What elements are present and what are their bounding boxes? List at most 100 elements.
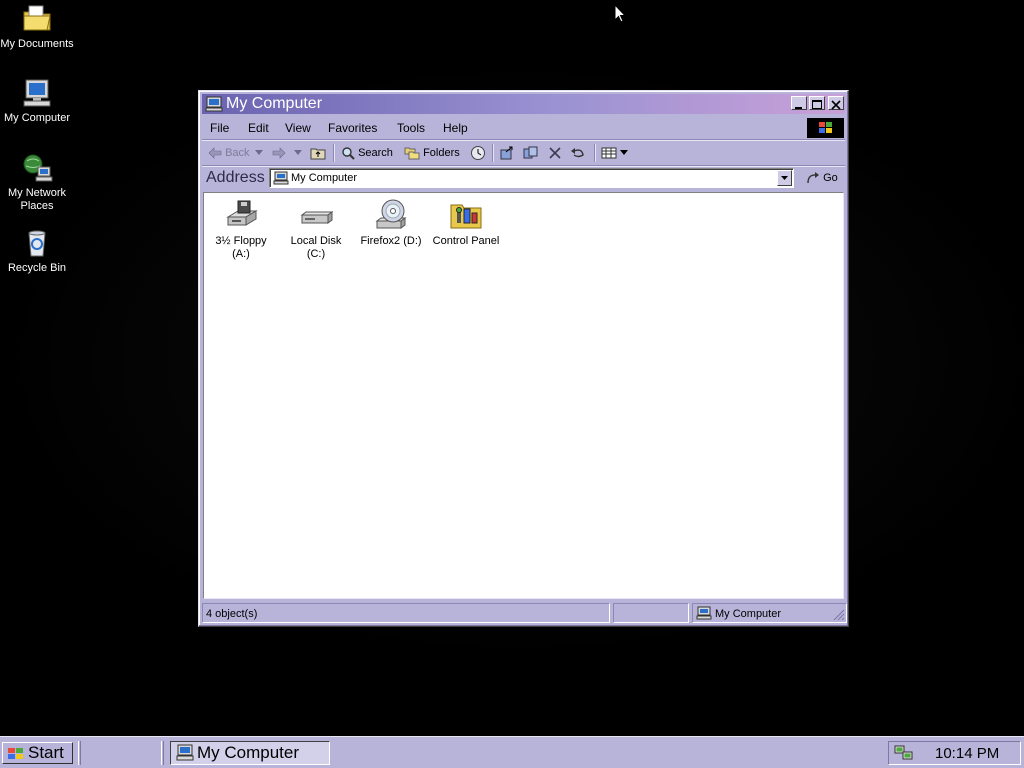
- go-arrow-icon: [807, 172, 819, 184]
- windows-logo: [807, 118, 844, 138]
- address-dropdown-button[interactable]: [777, 170, 792, 186]
- control-panel-item[interactable]: Control Panel: [430, 199, 502, 248]
- drive-item-label: 3½ Floppy (A:): [215, 235, 267, 260]
- toolbar-grip[interactable]: [161, 741, 164, 765]
- undo-icon: [571, 148, 584, 158]
- desktop-icon-label: My Network Places: [7, 187, 67, 212]
- close-icon: [831, 100, 841, 110]
- taskbar-button-label: My Computer: [197, 743, 300, 762]
- status-object-count: 4 object(s): [202, 603, 610, 623]
- up-folder-button[interactable]: [310, 144, 326, 162]
- views-button[interactable]: [601, 144, 629, 162]
- search-icon: [342, 147, 355, 160]
- search-button[interactable]: Search: [341, 144, 393, 162]
- desktop-icon-label: My Documents: [0, 38, 74, 50]
- menu-view[interactable]: View: [285, 121, 311, 135]
- copy-to-icon: [523, 146, 538, 159]
- chevron-down-icon: [620, 150, 629, 156]
- move-to-icon: [500, 146, 513, 160]
- floppy-drive-icon: [226, 200, 258, 226]
- desktop-icon-my-documents[interactable]: My Documents: [0, 3, 74, 51]
- go-button[interactable]: Go: [806, 169, 838, 187]
- toolbar-separator: [594, 144, 596, 162]
- desktop-icon-label: My Computer: [3, 112, 71, 124]
- mouse-cursor-icon: [614, 4, 626, 23]
- history-icon: [471, 146, 485, 161]
- cd-drive-icon: [375, 199, 407, 229]
- drive-item-local-disk[interactable]: Local Disk (C:): [280, 199, 352, 261]
- file-list-pane[interactable]: 3½ Floppy (A:) Local Disk (C:) Firefox2 …: [203, 192, 844, 599]
- chevron-down-icon: [294, 150, 302, 156]
- title-bar[interactable]: My Computer: [202, 94, 845, 114]
- maximize-button[interactable]: [809, 96, 825, 110]
- standard-toolbar: Back Search Folders: [202, 141, 845, 165]
- drive-item-floppy[interactable]: 3½ Floppy (A:): [205, 199, 277, 261]
- windows-flag-icon: [8, 748, 23, 759]
- drive-item-label: Local Disk (C:): [290, 235, 342, 260]
- computer-icon: [273, 171, 289, 185]
- system-tray: 10:14 PM: [888, 741, 1021, 765]
- up-folder-icon: [310, 148, 326, 160]
- start-button[interactable]: Start: [2, 742, 73, 764]
- taskbar: Start My Computer 10:14 PM: [0, 736, 1024, 768]
- menu-favorites[interactable]: Favorites: [328, 121, 377, 135]
- hard-disk-icon: [300, 211, 333, 224]
- folders-label: Folders: [423, 147, 460, 159]
- back-arrow-icon: [208, 147, 222, 159]
- copy-to-button[interactable]: [523, 144, 539, 162]
- go-label: Go: [823, 172, 838, 184]
- computer-icon: [205, 96, 223, 112]
- back-label: Back: [225, 147, 250, 159]
- control-panel-icon: [450, 204, 482, 229]
- folder-documents-icon: [23, 5, 51, 31]
- desktop-icon-my-network-places[interactable]: My Network Places: [0, 152, 74, 213]
- computer-icon: [696, 606, 712, 620]
- history-button[interactable]: [470, 144, 486, 162]
- delete-icon: [549, 147, 561, 159]
- status-bar: 4 object(s) My Computer: [202, 603, 847, 623]
- forward-dropdown[interactable]: [294, 144, 302, 162]
- status-zone-panel: My Computer: [692, 603, 847, 623]
- resize-grip-icon[interactable]: [833, 609, 845, 621]
- address-value: My Computer: [291, 172, 358, 184]
- back-button[interactable]: Back: [208, 144, 250, 162]
- menu-bar: File Edit View Favorites Tools Help: [202, 117, 845, 139]
- menu-help[interactable]: Help: [443, 121, 468, 135]
- minimize-button[interactable]: [791, 96, 807, 110]
- delete-button[interactable]: [548, 144, 562, 162]
- chevron-down-icon: [255, 150, 263, 156]
- desktop-icon-my-computer[interactable]: My Computer: [0, 77, 74, 125]
- folders-button[interactable]: Folders: [404, 144, 460, 162]
- clock[interactable]: 10:14 PM: [935, 745, 999, 762]
- desktop: My Documents My Computer My Network Plac…: [0, 0, 1024, 736]
- menu-tools[interactable]: Tools: [397, 121, 425, 135]
- maximize-icon: [812, 100, 822, 109]
- undo-button[interactable]: [570, 144, 586, 162]
- toolbar-separator: [492, 144, 494, 162]
- chevron-down-icon: [781, 176, 788, 180]
- window-title: My Computer: [226, 95, 323, 112]
- windows-flag-icon: [819, 122, 832, 133]
- status-zone-label: My Computer: [715, 608, 782, 620]
- desktop-icon-recycle-bin[interactable]: Recycle Bin: [0, 227, 74, 275]
- close-button[interactable]: [828, 96, 844, 110]
- move-to-button[interactable]: [499, 144, 515, 162]
- forward-button[interactable]: [272, 144, 286, 162]
- menu-edit[interactable]: Edit: [248, 121, 269, 135]
- drive-item-label: Firefox2 (D:): [360, 235, 422, 247]
- toolbar-grip[interactable]: [78, 741, 81, 765]
- search-label: Search: [358, 147, 393, 159]
- address-bar: Address My Computer Go: [202, 167, 845, 191]
- folders-icon: [404, 147, 420, 160]
- recycle-bin-icon: [28, 230, 46, 257]
- minimize-icon: [795, 107, 802, 109]
- address-field[interactable]: My Computer: [269, 168, 794, 188]
- views-icon: [601, 147, 617, 159]
- drive-item-cd[interactable]: Firefox2 (D:): [355, 199, 427, 248]
- back-dropdown[interactable]: [255, 144, 263, 162]
- status-empty-panel: [613, 603, 689, 623]
- taskbar-button-my-computer[interactable]: My Computer: [170, 741, 330, 765]
- network-connection-icon[interactable]: [893, 744, 915, 762]
- start-label: Start: [28, 743, 64, 762]
- menu-file[interactable]: File: [210, 121, 229, 135]
